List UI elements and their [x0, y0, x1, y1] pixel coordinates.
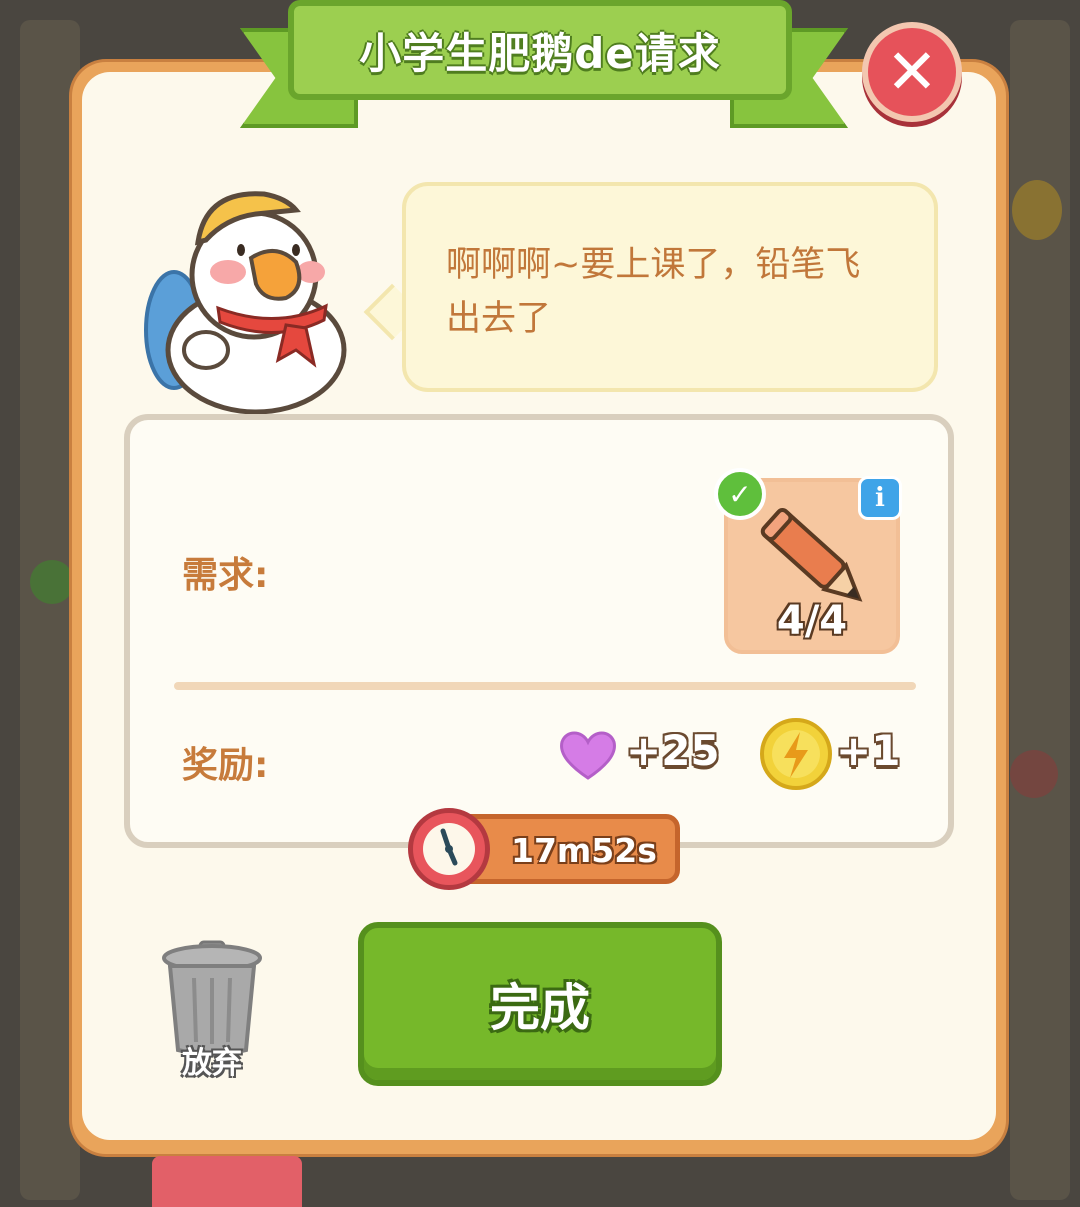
- request-item-card[interactable]: ✓ i 4/4: [714, 468, 902, 654]
- speech-text: 啊啊啊~要上课了，铅笔飞出去了: [446, 245, 861, 339]
- request-label: 需求:: [182, 555, 269, 596]
- reward-label: 奖励:: [182, 745, 269, 786]
- close-icon: ✕: [886, 35, 938, 108]
- discard-button[interactable]: 放弃: [156, 938, 268, 1088]
- dialog-title: 小学生肥鹅de请求: [359, 28, 721, 78]
- item-count: 4/4: [776, 598, 848, 644]
- timer-value: 17m52s: [511, 831, 657, 870]
- clock-icon: [408, 808, 490, 890]
- discard-label: 放弃: [182, 1046, 242, 1081]
- bottom-tab-marker: [152, 1156, 302, 1207]
- goose-character-icon: [136, 180, 356, 420]
- divider: [174, 682, 916, 690]
- coin-reward-value: +1: [836, 726, 901, 775]
- request-box: 需求: ✓ i 4/4 奖励: +25 +1: [124, 414, 954, 848]
- speech-bubble: 啊啊啊~要上课了，铅笔飞出去了: [402, 182, 938, 392]
- complete-label: 完成: [490, 979, 590, 1037]
- lightning-coin-icon: [760, 718, 832, 790]
- title-ribbon: 小学生肥鹅de请求: [288, 0, 792, 100]
- heart-reward-value: +25: [626, 726, 720, 775]
- heart-icon: [560, 731, 616, 780]
- close-button[interactable]: ✕: [862, 22, 962, 122]
- complete-button[interactable]: 完成: [358, 922, 722, 1086]
